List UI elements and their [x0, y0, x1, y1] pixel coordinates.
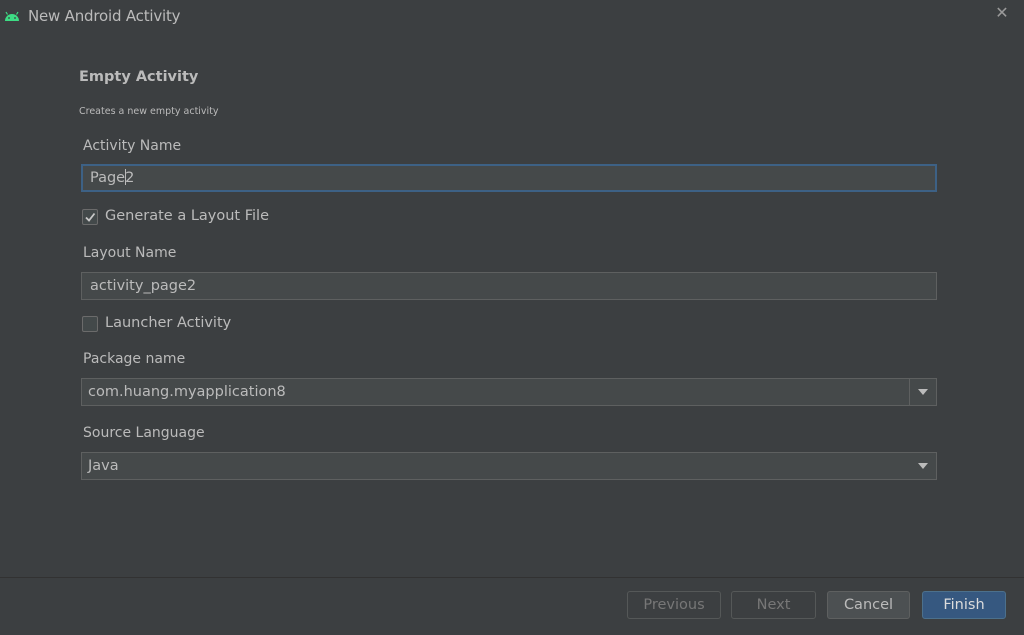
cancel-button[interactable]: Cancel	[827, 591, 910, 619]
launcher-activity-checkbox[interactable]	[82, 316, 98, 332]
source-language-select[interactable]: Java	[81, 452, 937, 480]
generate-layout-label[interactable]: Generate a Layout File	[105, 208, 269, 224]
window-title: New Android Activity	[28, 7, 181, 25]
close-icon[interactable]: ✕	[994, 4, 1010, 22]
activity-name-label: Activity Name	[83, 138, 182, 154]
dialog-footer: Previous Next Cancel Finish	[0, 577, 1024, 635]
checkmark-icon	[85, 212, 96, 222]
title-bar: New Android Activity ✕	[0, 0, 1024, 32]
package-name-value[interactable]: com.huang.myapplication8	[88, 384, 286, 400]
chevron-down-icon[interactable]	[918, 389, 928, 395]
combo-divider	[909, 379, 910, 405]
next-button[interactable]: Next	[731, 591, 816, 619]
previous-button[interactable]: Previous	[627, 591, 721, 619]
source-language-label: Source Language	[83, 425, 205, 441]
source-language-value: Java	[88, 458, 119, 474]
package-name-label: Package name	[83, 351, 186, 367]
layout-name-label: Layout Name	[83, 245, 177, 261]
generate-layout-checkbox[interactable]	[82, 209, 98, 225]
activity-name-value: Page2	[90, 169, 135, 186]
layout-name-input[interactable]: activity_page2	[81, 272, 937, 300]
activity-name-input[interactable]: Page2	[81, 164, 937, 192]
page-description: Creates a new empty activity	[79, 106, 219, 117]
package-name-combobox[interactable]: com.huang.myapplication8	[81, 378, 937, 406]
chevron-down-icon[interactable]	[918, 463, 928, 469]
dialog-content: Empty Activity Creates a new empty activ…	[0, 32, 1024, 577]
finish-button[interactable]: Finish	[922, 591, 1006, 619]
launcher-activity-label[interactable]: Launcher Activity	[105, 315, 231, 331]
android-icon	[4, 8, 20, 22]
page-title: Empty Activity	[79, 69, 199, 85]
